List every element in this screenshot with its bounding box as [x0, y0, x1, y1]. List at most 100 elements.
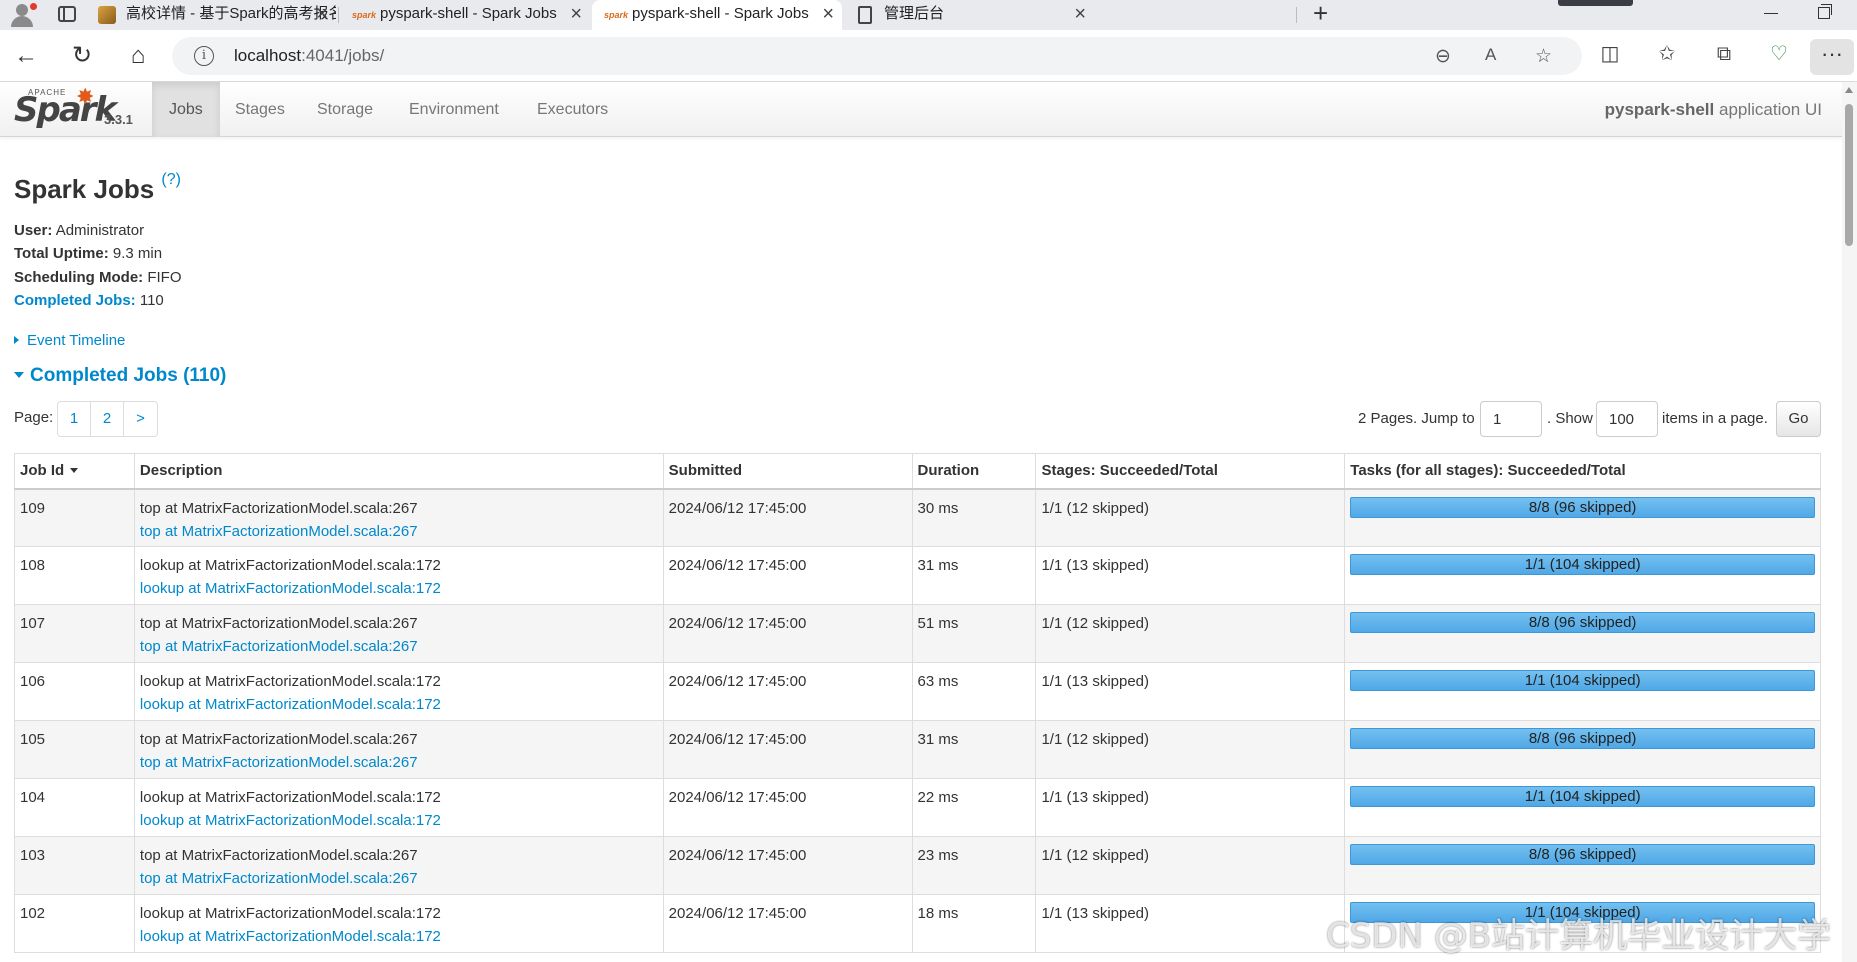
help-link[interactable]: (?)	[161, 171, 181, 188]
job-description-link[interactable]: lookup at MatrixFactorizationModel.scala…	[140, 925, 658, 948]
home-icon[interactable]: ⌂	[122, 40, 154, 72]
nav-tab-stages[interactable]: Stages	[218, 82, 302, 137]
tasks-progress-bar: 8/8 (96 skipped)	[1350, 844, 1815, 865]
nav-tab-jobs[interactable]: Jobs	[152, 82, 220, 137]
nav-tab-storage[interactable]: Storage	[300, 82, 390, 137]
description-cell: top at MatrixFactorizationModel.scala:26…	[133, 488, 664, 547]
document-favicon-icon	[858, 6, 872, 24]
scrollbar-thumb[interactable]	[1845, 104, 1853, 246]
site-info-icon[interactable]: i	[194, 46, 214, 66]
submitted-cell: 2024/06/12 17:45:00	[662, 546, 913, 605]
sort-desc-icon	[70, 468, 79, 474]
profile-icon[interactable]	[8, 3, 37, 27]
job-description-link[interactable]: top at MatrixFactorizationModel.scala:26…	[140, 635, 658, 658]
browser-tab-admin[interactable]: 管理后台 ×	[844, 0, 1094, 30]
job-id-cell: 108	[14, 546, 135, 605]
column-header-submitted[interactable]: Submitted	[662, 453, 913, 490]
column-header-tasks[interactable]: Tasks (for all stages): Succeeded/Total	[1344, 453, 1821, 490]
completed-jobs-info: Completed Jobs: 110	[14, 292, 164, 309]
table-row: 106 lookup at MatrixFactorizationModel.sc…	[14, 662, 1821, 721]
job-description-link[interactable]: lookup at MatrixFactorizationModel.scala…	[140, 577, 658, 600]
duration: 30 ms	[917, 499, 959, 517]
job-description-link[interactable]: lookup at MatrixFactorizationModel.scala…	[140, 809, 658, 832]
page-link-next[interactable]: >	[124, 402, 157, 436]
show-label: . Show	[1547, 410, 1593, 427]
close-icon[interactable]: ×	[822, 0, 834, 28]
more-options-icon[interactable]: ···	[1810, 39, 1854, 75]
browser-tab-university[interactable]: 高校详情 - 基于Spark的高考报名 ×	[86, 0, 336, 30]
zoom-out-icon[interactable]: ⊖	[1435, 45, 1451, 68]
overlay-strip	[1558, 0, 1633, 6]
close-icon[interactable]: ×	[570, 0, 582, 28]
read-aloud-icon[interactable]: A	[1485, 45, 1496, 65]
browser-tab-spark-jobs-1[interactable]: spark pyspark-shell - Spark Jobs ×	[340, 0, 590, 30]
tasks-progress-bar: 8/8 (96 skipped)	[1350, 612, 1815, 633]
description-cell: lookup at MatrixFactorizationModel.scala…	[133, 662, 664, 721]
tasks-count: 1/1 (104 skipped)	[1524, 672, 1641, 689]
job-description: lookup at MatrixFactorizationModel.scala…	[139, 557, 441, 574]
completed-jobs-link[interactable]: Completed Jobs:	[14, 292, 136, 309]
stages-cell: 1/1 (13 skipped)	[1035, 546, 1346, 605]
duration-cell: 51 ms	[911, 604, 1037, 663]
job-description: top at MatrixFactorizationModel.scala:26…	[139, 499, 418, 517]
job-description: top at MatrixFactorizationModel.scala:26…	[139, 847, 418, 864]
jump-page-input[interactable]	[1480, 401, 1542, 437]
tasks-progress-bar: 1/1 (104 skipped)	[1350, 554, 1815, 575]
tasks-progress-bar: 1/1 (104 skipped)	[1350, 786, 1815, 807]
pagination: 1 2 >	[57, 401, 158, 437]
page-link-1[interactable]: 1	[58, 402, 91, 436]
vertical-scrollbar[interactable]	[1842, 82, 1857, 962]
tasks-count: 8/8 (96 skipped)	[1528, 846, 1637, 863]
event-timeline-toggle[interactable]: Event Timeline	[14, 332, 125, 349]
favorite-star-icon[interactable]: ☆	[1535, 45, 1552, 68]
column-header-job-id[interactable]: Job Id	[14, 453, 135, 490]
job-description-link[interactable]: top at MatrixFactorizationModel.scala:26…	[140, 867, 658, 890]
description-cell: lookup at MatrixFactorizationModel.scala…	[133, 894, 664, 953]
column-header-stages[interactable]: Stages: Succeeded/Total	[1035, 453, 1346, 490]
column-header-description[interactable]: Description	[133, 453, 664, 490]
tab-actions-icon[interactable]	[58, 6, 76, 22]
description-cell: top at MatrixFactorizationModel.scala:26…	[133, 836, 664, 895]
url-text: localhost:4041/jobs/	[234, 46, 385, 65]
job-description-link[interactable]: top at MatrixFactorizationModel.scala:26…	[140, 751, 658, 774]
spark-logo[interactable]: APACHE Spark ✸ 3.3.1	[14, 84, 144, 134]
completed-jobs-header[interactable]: Completed Jobs (110)	[14, 365, 226, 387]
stages-count: 1/1 (12 skipped)	[1041, 847, 1150, 864]
window-restore-icon[interactable]	[1818, 4, 1832, 19]
split-screen-icon[interactable]: ◫	[1597, 41, 1623, 67]
duration-cell: 31 ms	[911, 720, 1037, 779]
favorites-icon[interactable]: ✩	[1654, 41, 1680, 67]
job-id-cell: 107	[14, 604, 135, 663]
page-size-input[interactable]	[1596, 401, 1658, 437]
close-icon[interactable]: ×	[316, 0, 328, 28]
collapse-triangle-icon	[14, 372, 24, 378]
description-cell: top at MatrixFactorizationModel.scala:26…	[133, 604, 664, 663]
stages-count: 1/1 (12 skipped)	[1041, 499, 1150, 517]
page-link-2[interactable]: 2	[91, 402, 124, 436]
url-field[interactable]: i localhost:4041/jobs/ ⊖ A ☆	[172, 37, 1582, 75]
job-description-link[interactable]: top at MatrixFactorizationModel.scala:26…	[140, 520, 658, 543]
description-cell: top at MatrixFactorizationModel.scala:26…	[133, 720, 664, 779]
new-tab-plus-icon[interactable]: +	[1313, 0, 1328, 26]
go-button[interactable]: Go	[1776, 401, 1821, 437]
browser-tab-spark-jobs-active[interactable]: spark pyspark-shell - Spark Jobs ×	[592, 0, 842, 30]
close-icon[interactable]: ×	[1074, 0, 1086, 28]
job-id-cell: 103	[14, 836, 135, 895]
nav-tab-executors[interactable]: Executors	[520, 82, 625, 137]
browser-essentials-icon[interactable]: ♡	[1766, 41, 1792, 67]
submitted-cell: 2024/06/12 17:45:00	[662, 662, 913, 721]
job-description-link[interactable]: lookup at MatrixFactorizationModel.scala…	[140, 693, 658, 716]
collections-icon[interactable]: ⧉	[1711, 41, 1737, 67]
column-header-duration[interactable]: Duration	[911, 453, 1037, 490]
table-row: 107 top at MatrixFactorizationModel.scala…	[14, 604, 1821, 663]
nav-tab-environment[interactable]: Environment	[392, 82, 516, 137]
university-favicon-icon	[98, 6, 116, 24]
reload-icon[interactable]: ↻	[66, 40, 98, 72]
window-minimize-icon[interactable]	[1764, 13, 1778, 14]
stages-count: 1/1 (13 skipped)	[1041, 789, 1150, 806]
stages-cell: 1/1 (13 skipped)	[1035, 662, 1346, 721]
table-row: 105 top at MatrixFactorizationModel.scala…	[14, 720, 1821, 779]
duration: 22 ms	[917, 789, 959, 806]
back-arrow-icon[interactable]: ←	[10, 40, 42, 72]
duration-cell: 30 ms	[911, 488, 1037, 547]
